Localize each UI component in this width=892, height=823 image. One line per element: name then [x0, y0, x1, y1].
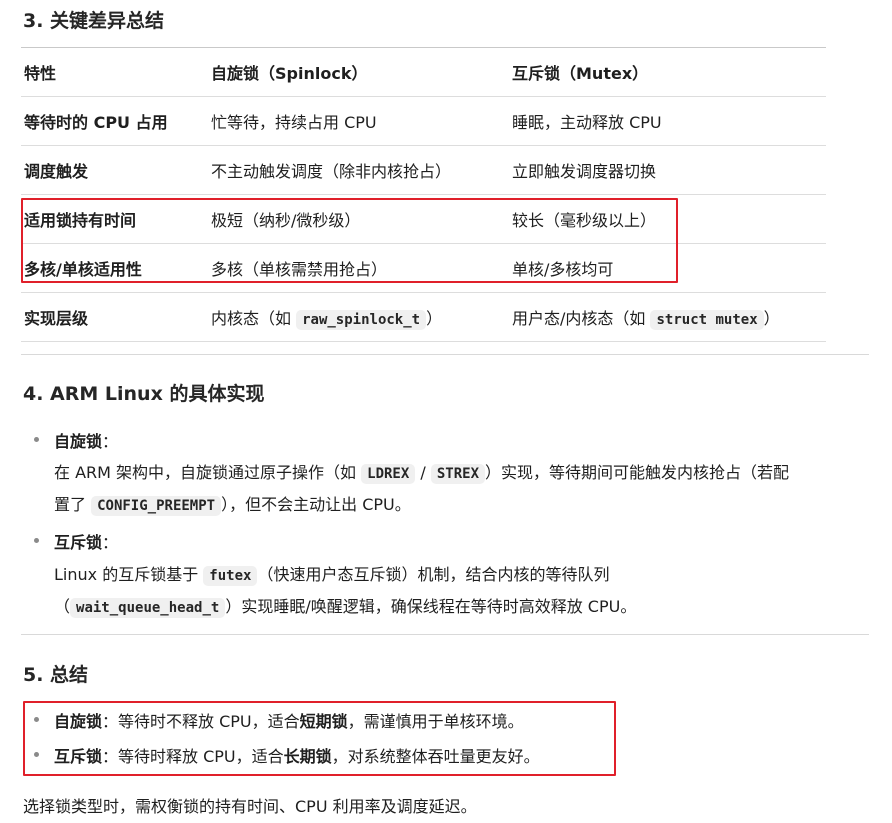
text: Linux 的互斥锁基于: [54, 565, 204, 584]
row-feature: 实现层级: [21, 292, 208, 342]
paragraph-line: 在 ARM 架构中，自旋锁通过原子操作（如 LDREX / STREX ）实现，等…: [54, 459, 790, 484]
closing-paragraph: 选择锁类型时，需权衡锁的持有时间、CPU 利用率及调度延迟。: [23, 797, 477, 816]
row-spinlock-value: 内核态（如 raw_spinlock_t）: [208, 292, 509, 342]
paragraph-line: Linux 的互斥锁基于 futex （快速用户态互斥锁）机制，结合内核的等待队列: [54, 561, 610, 586]
list-item-title-strong: 互斥锁: [54, 533, 103, 552]
row-spinlock-value: 忙等待，持续占用 CPU: [208, 96, 509, 146]
inline-code: wait_queue_head_t: [70, 598, 226, 618]
inline-code: struct mutex: [650, 310, 764, 330]
text: ）实现，等待期间可能触发内核抢占（若配: [485, 463, 790, 482]
section-5-heading: 5. 总结: [23, 664, 89, 686]
comparison-table: 特性 自旋锁（Spinlock） 互斥锁（Mutex） 等待时的 CPU 占用 …: [21, 47, 826, 342]
row-mutex-value: 睡眠，主动释放 CPU: [509, 96, 826, 146]
table-row: 调度触发 不主动触发调度（除非内核抢占） 立即触发调度器切换: [21, 145, 826, 195]
text: 置了: [54, 495, 92, 514]
row-mutex-value: 用户态/内核态（如 struct mutex）: [509, 292, 826, 342]
table-row: 等待时的 CPU 占用 忙等待，持续占用 CPU 睡眠，主动释放 CPU: [21, 96, 826, 146]
highlight-box-table: [21, 198, 678, 283]
text: （: [54, 597, 71, 616]
section-3-heading: 3. 关键差异总结: [23, 10, 165, 32]
inline-code: CONFIG_PREEMPT: [91, 496, 222, 516]
text: 用户态/内核态（如: [512, 309, 651, 328]
table-row: 实现层级 内核态（如 raw_spinlock_t） 用户态/内核态（如 str…: [21, 292, 826, 342]
inline-code: futex: [203, 566, 258, 586]
highlight-box-summary: [23, 701, 616, 776]
text: ：: [102, 432, 119, 451]
text: （快速用户态互斥锁）机制，结合内核的等待队列: [257, 565, 610, 584]
row-spinlock-value: 不主动触发调度（除非内核抢占）: [208, 145, 509, 195]
text: 内核态（如: [211, 309, 297, 328]
divider: [21, 354, 869, 355]
paragraph-line: 置了 CONFIG_PREEMPT ），但不会主动让出 CPU。: [54, 491, 411, 516]
text: ）实现睡眠/唤醒逻辑，确保线程在等待时高效释放 CPU。: [225, 597, 637, 616]
row-feature: 调度触发: [21, 145, 208, 195]
bullet-dot: [34, 538, 39, 543]
col-header-mutex: 互斥锁（Mutex）: [509, 47, 826, 97]
list-item-title-strong: 自旋锁: [54, 432, 103, 451]
text: ）: [426, 309, 443, 328]
row-feature: 等待时的 CPU 占用: [21, 96, 208, 146]
row-mutex-value: 立即触发调度器切换: [509, 145, 826, 195]
divider: [21, 634, 869, 635]
section-4-heading: 4. ARM Linux 的具体实现: [23, 383, 265, 405]
inline-code: LDREX: [361, 464, 416, 484]
col-header-feature: 特性: [21, 47, 208, 97]
text: ：: [102, 533, 119, 552]
inline-code: raw_spinlock_t: [296, 310, 427, 330]
bullet-dot: [34, 437, 39, 442]
table-header-row: 特性 自旋锁（Spinlock） 互斥锁（Mutex）: [21, 47, 826, 97]
text: ）: [763, 309, 780, 328]
list-item-title: 互斥锁：: [54, 529, 118, 553]
col-header-spinlock: 自旋锁（Spinlock）: [208, 47, 509, 97]
paragraph-line: （wait_queue_head_t ）实现睡眠/唤醒逻辑，确保线程在等待时高效释…: [54, 593, 637, 618]
list-item-title: 自旋锁：: [54, 428, 118, 452]
text: 在 ARM 架构中，自旋锁通过原子操作（如: [54, 463, 362, 482]
text: ），但不会主动让出 CPU。: [221, 495, 411, 514]
inline-code: STREX: [430, 464, 486, 484]
text: /: [415, 463, 431, 482]
